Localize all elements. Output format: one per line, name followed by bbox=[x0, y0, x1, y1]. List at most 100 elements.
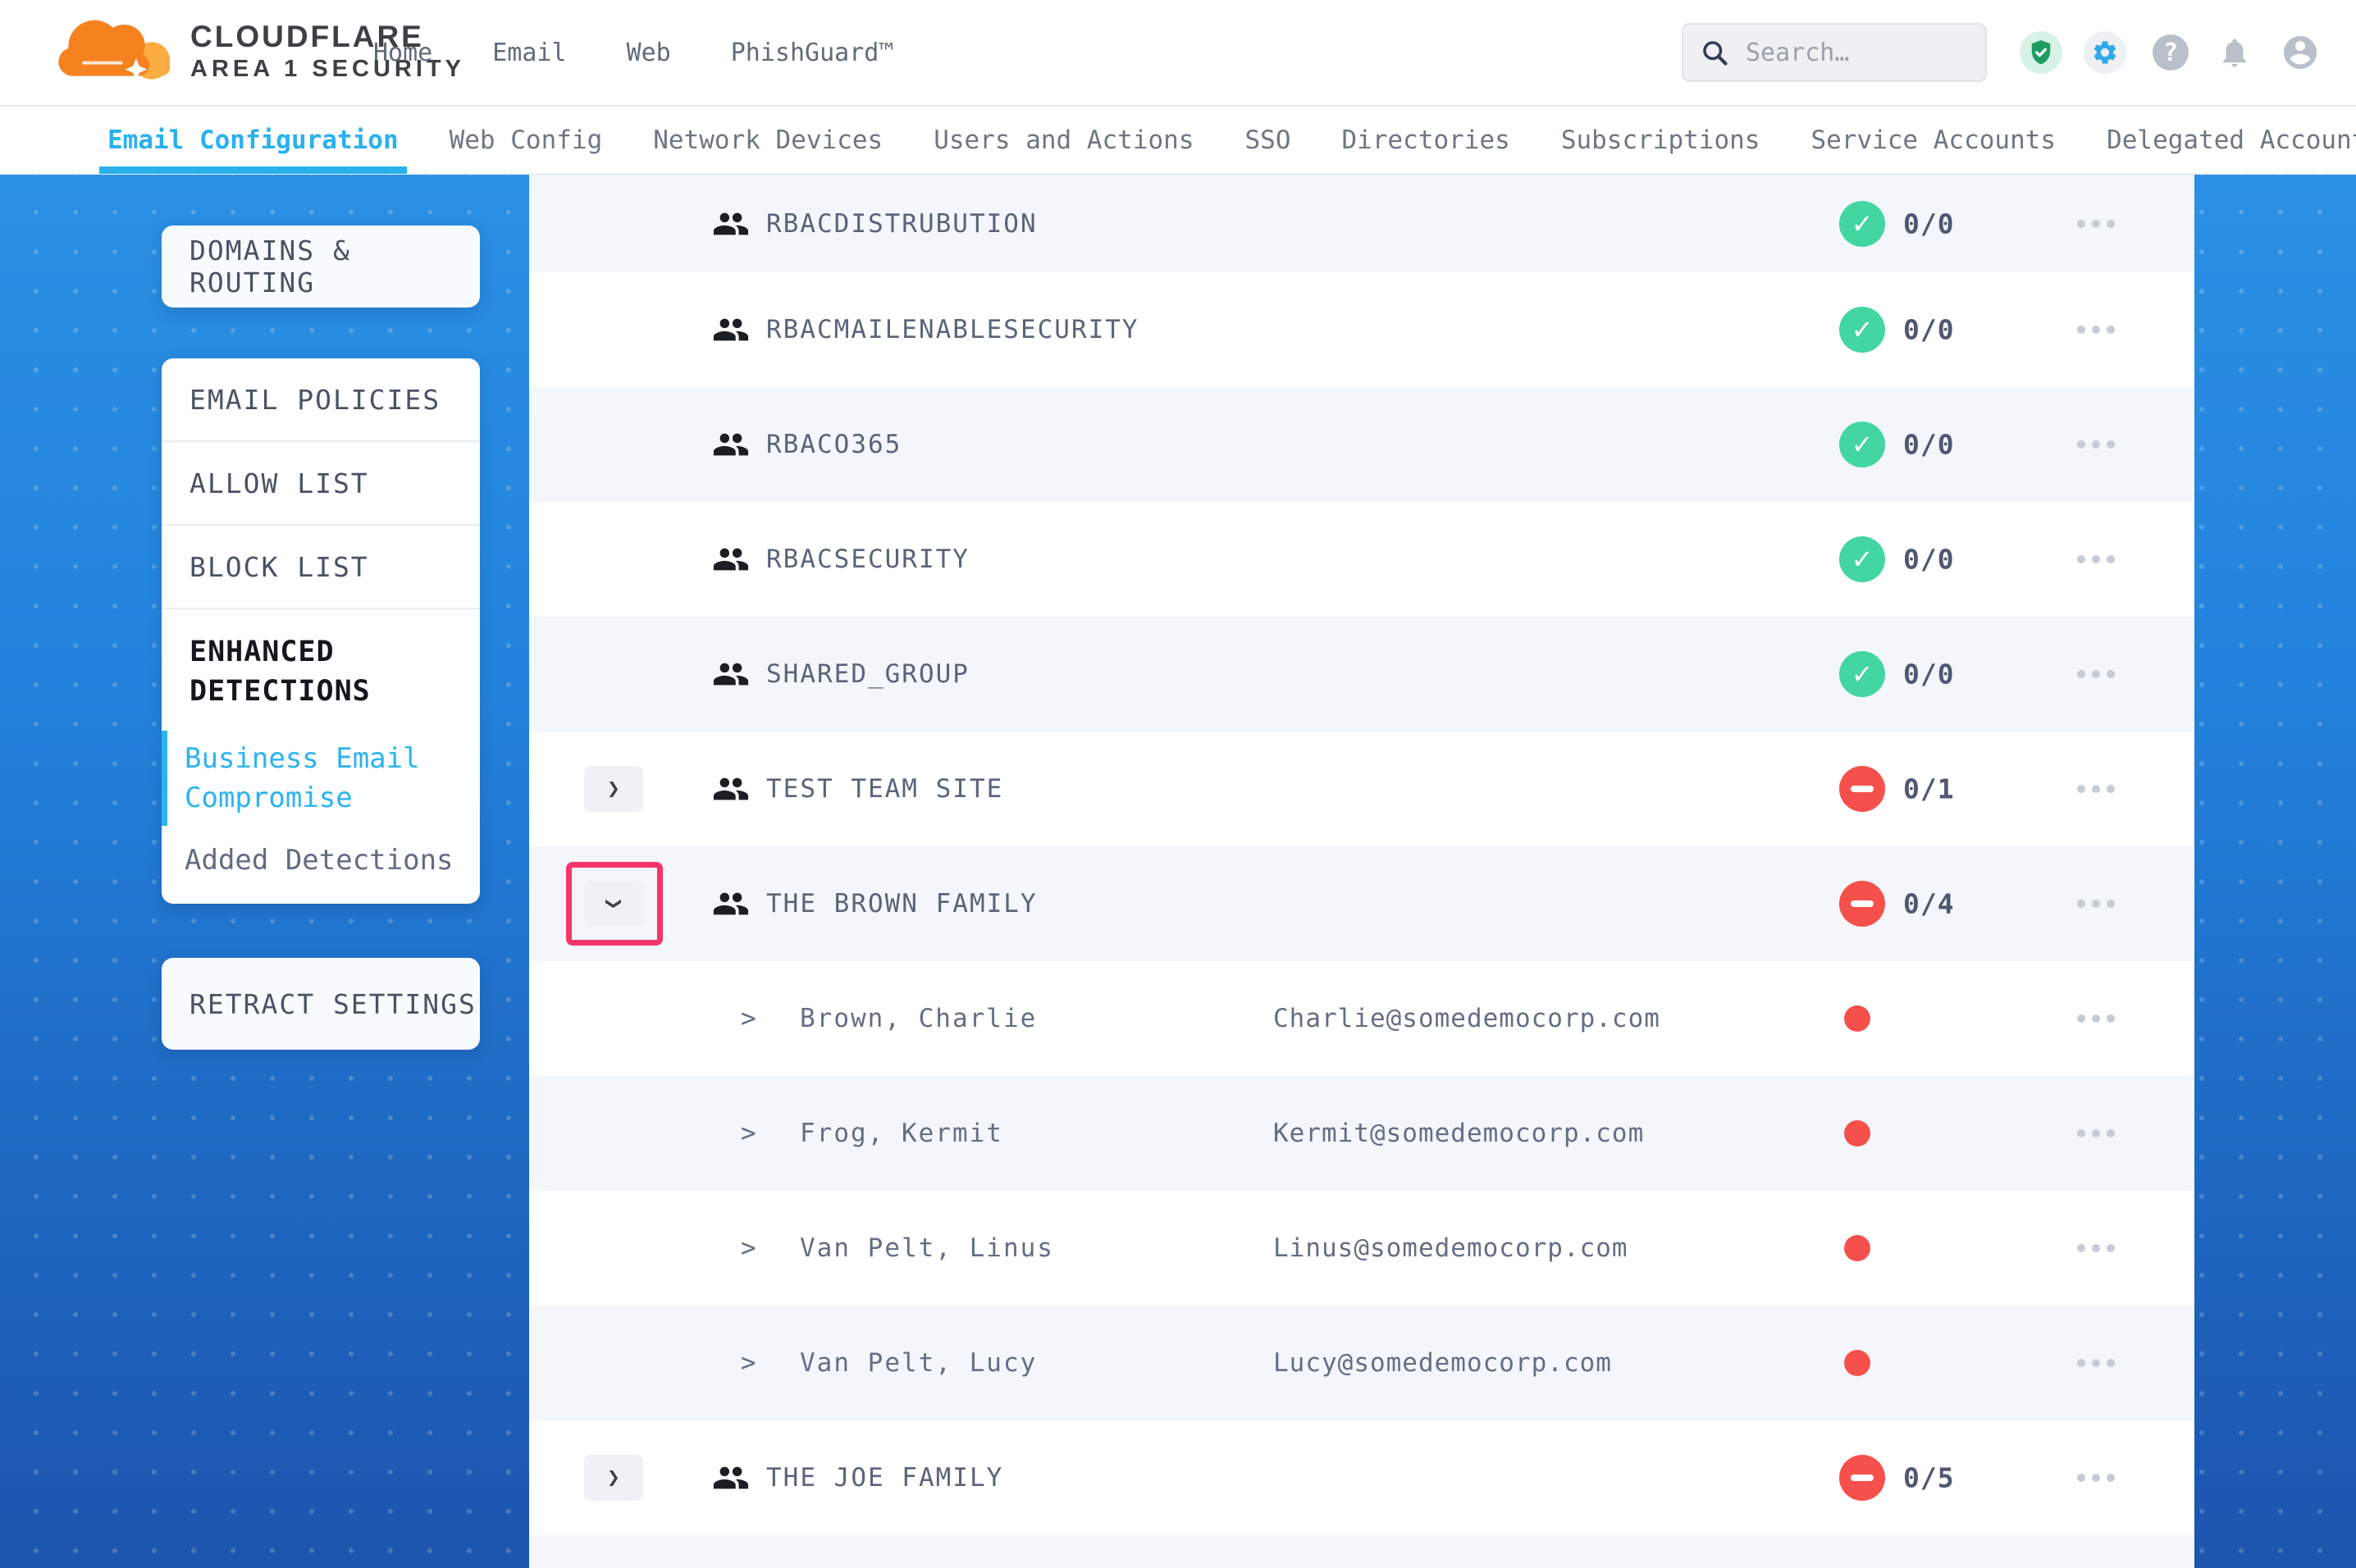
row-menu-button[interactable] bbox=[2057, 1338, 2135, 1388]
member-count: 0/4 bbox=[1903, 888, 1955, 920]
member-count: 0/0 bbox=[1903, 314, 1955, 346]
row-name: Van Pelt, Lucy bbox=[800, 1348, 1037, 1378]
row-menu-button[interactable] bbox=[2057, 199, 2135, 248]
check-icon: ✓ bbox=[1851, 544, 1874, 575]
chevron-icon bbox=[607, 778, 620, 800]
top-navigation: Home Email Web PhishGuard™ bbox=[373, 0, 893, 105]
expand-toggle-button[interactable] bbox=[584, 881, 643, 927]
table-row: RBACDISTRUBUTION ✓ 0/0 bbox=[529, 175, 2194, 272]
row-name: THE BROWN FAMILY bbox=[766, 889, 1038, 918]
search-icon bbox=[1700, 38, 1729, 67]
check-icon: ✓ bbox=[1851, 659, 1874, 690]
nav-email[interactable]: Email bbox=[492, 39, 566, 67]
expand-toggle-button[interactable] bbox=[584, 1455, 643, 1501]
table-row: Van Pelt, Lucy Lucy@somedemocorp.com ✓ bbox=[529, 1306, 2194, 1420]
member-count: 0/0 bbox=[1903, 429, 1955, 461]
status-badge: ✓ bbox=[1839, 201, 1885, 247]
sidebar-item-email-policies[interactable]: EMAIL POLICIES bbox=[162, 358, 480, 442]
row-menu-button[interactable] bbox=[2057, 650, 2135, 699]
minus-icon bbox=[1851, 786, 1874, 792]
expand-toggle-button[interactable] bbox=[584, 766, 643, 812]
table-row: SHARED_GROUP ✓ 0/0 bbox=[529, 617, 2194, 732]
status-dot bbox=[1844, 1120, 1870, 1146]
sidebar-item-allow-list[interactable]: ALLOW LIST bbox=[162, 442, 480, 526]
member-count: 0/1 bbox=[1903, 773, 1955, 805]
chevron-icon bbox=[607, 1467, 620, 1488]
table-row: Brown, Charlie Charlie@somedemocorp.com … bbox=[529, 961, 2194, 1076]
status-badge: ✓ bbox=[1839, 651, 1885, 697]
chevron-icon bbox=[603, 897, 624, 910]
sidebar-item-block-list[interactable]: BLOCK LIST bbox=[162, 526, 480, 609]
tab-service-accounts[interactable]: Service Accounts bbox=[1810, 106, 2056, 174]
sidebar-card-domains-routing[interactable]: DOMAINS & ROUTING bbox=[162, 226, 480, 308]
check-icon: ✓ bbox=[1851, 429, 1874, 460]
member-chevron-icon bbox=[741, 1233, 756, 1263]
nav-home[interactable]: Home bbox=[373, 39, 432, 67]
table-row: RBACSECURITY ✓ 0/0 bbox=[529, 502, 2194, 617]
sidebar-card-retract-settings[interactable]: RETRACT SETTINGS bbox=[162, 958, 480, 1050]
notifications-bell-icon[interactable] bbox=[2213, 31, 2256, 74]
tab-email-configuration[interactable]: Email Configuration bbox=[107, 106, 399, 174]
status-badge: ✓ bbox=[1839, 881, 1885, 927]
tab-subscriptions[interactable]: Subscriptions bbox=[1561, 106, 1760, 174]
row-name: TEST TEAM SITE bbox=[766, 774, 1003, 804]
check-icon: ✓ bbox=[1851, 208, 1874, 239]
row-menu-button[interactable] bbox=[2057, 1109, 2135, 1158]
tab-users-and-actions[interactable]: Users and Actions bbox=[934, 106, 1194, 174]
group-people-icon bbox=[712, 205, 750, 243]
table-row: Van Pelt, Linus Linus@somedemocorp.com ✓ bbox=[529, 1191, 2194, 1306]
table-row-partial bbox=[529, 1535, 2194, 1568]
group-people-icon bbox=[712, 540, 750, 578]
tab-directories[interactable]: Directories bbox=[1342, 106, 1510, 174]
row-menu-button[interactable] bbox=[2057, 1224, 2135, 1273]
row-menu-button[interactable] bbox=[2057, 305, 2135, 354]
sidebar-item-domains-routing[interactable]: DOMAINS & ROUTING bbox=[162, 235, 480, 299]
row-menu-button[interactable] bbox=[2057, 535, 2135, 584]
row-name: Van Pelt, Linus bbox=[800, 1233, 1054, 1263]
search-input[interactable] bbox=[1744, 38, 1961, 68]
status-dot bbox=[1844, 1350, 1870, 1376]
status-badge: ✓ bbox=[1839, 307, 1885, 353]
status-badge: ✓ bbox=[1839, 536, 1885, 582]
sidebar-card-email-policies: EMAIL POLICIES ALLOW LIST BLOCK LIST ENH… bbox=[162, 358, 480, 904]
row-name: THE JOE FAMILY bbox=[766, 1463, 1003, 1493]
row-menu-button[interactable] bbox=[2057, 879, 2135, 928]
table-row: RBACO365 ✓ 0/0 bbox=[529, 387, 2194, 502]
member-count: 0/5 bbox=[1903, 1462, 1955, 1494]
settings-gear-icon[interactable] bbox=[2084, 31, 2126, 74]
row-menu-button[interactable] bbox=[2057, 1453, 2135, 1502]
row-menu-button[interactable] bbox=[2057, 420, 2135, 469]
sidebar-heading-enhanced-detections: ENHANCED DETECTIONS bbox=[162, 609, 480, 711]
sidebar-item-retract-settings[interactable]: RETRACT SETTINGS bbox=[162, 988, 477, 1020]
row-name: RBACSECURITY bbox=[766, 545, 970, 574]
row-name: SHARED_GROUP bbox=[766, 659, 970, 689]
tab-sso[interactable]: SSO bbox=[1245, 106, 1291, 174]
security-shield-icon[interactable] bbox=[2020, 31, 2062, 74]
group-people-icon bbox=[712, 1459, 750, 1497]
row-email: Kermit@somedemocorp.com bbox=[1273, 1119, 1644, 1148]
table-row: THE JOE FAMILY ✓ 0/5 bbox=[529, 1420, 2194, 1535]
row-email: Linus@somedemocorp.com bbox=[1273, 1233, 1628, 1263]
table-row: TEST TEAM SITE ✓ 0/1 bbox=[529, 732, 2194, 846]
sidebar-item-business-email-compromise[interactable]: Business Email Compromise bbox=[162, 734, 480, 823]
group-people-icon bbox=[712, 885, 750, 923]
group-people-icon bbox=[712, 311, 750, 349]
tab-delegated-accounts[interactable]: Delegated Accounts bbox=[2107, 106, 2356, 174]
nav-web[interactable]: Web bbox=[627, 39, 671, 67]
tab-network-devices[interactable]: Network Devices bbox=[653, 106, 883, 174]
status-badge: ✓ bbox=[1839, 1455, 1885, 1501]
row-menu-button[interactable] bbox=[2057, 994, 2135, 1043]
row-menu-button[interactable] bbox=[2057, 764, 2135, 814]
tab-web-config[interactable]: Web Config bbox=[450, 106, 603, 174]
nav-phishguard[interactable]: PhishGuard™ bbox=[731, 39, 894, 67]
search-box[interactable] bbox=[1682, 23, 1987, 82]
check-icon: ✓ bbox=[1851, 314, 1874, 345]
config-tabbar: Email Configuration Web Config Network D… bbox=[0, 107, 2356, 175]
sidebar-item-added-detections[interactable]: Added Detections bbox=[162, 823, 480, 877]
account-avatar-icon[interactable] bbox=[2279, 31, 2322, 74]
row-email: Charlie@somedemocorp.com bbox=[1273, 1004, 1660, 1033]
member-chevron-icon bbox=[741, 1004, 756, 1033]
group-people-icon bbox=[712, 770, 750, 808]
help-icon[interactable]: ? bbox=[2149, 31, 2192, 74]
status-dot bbox=[1844, 1235, 1870, 1261]
